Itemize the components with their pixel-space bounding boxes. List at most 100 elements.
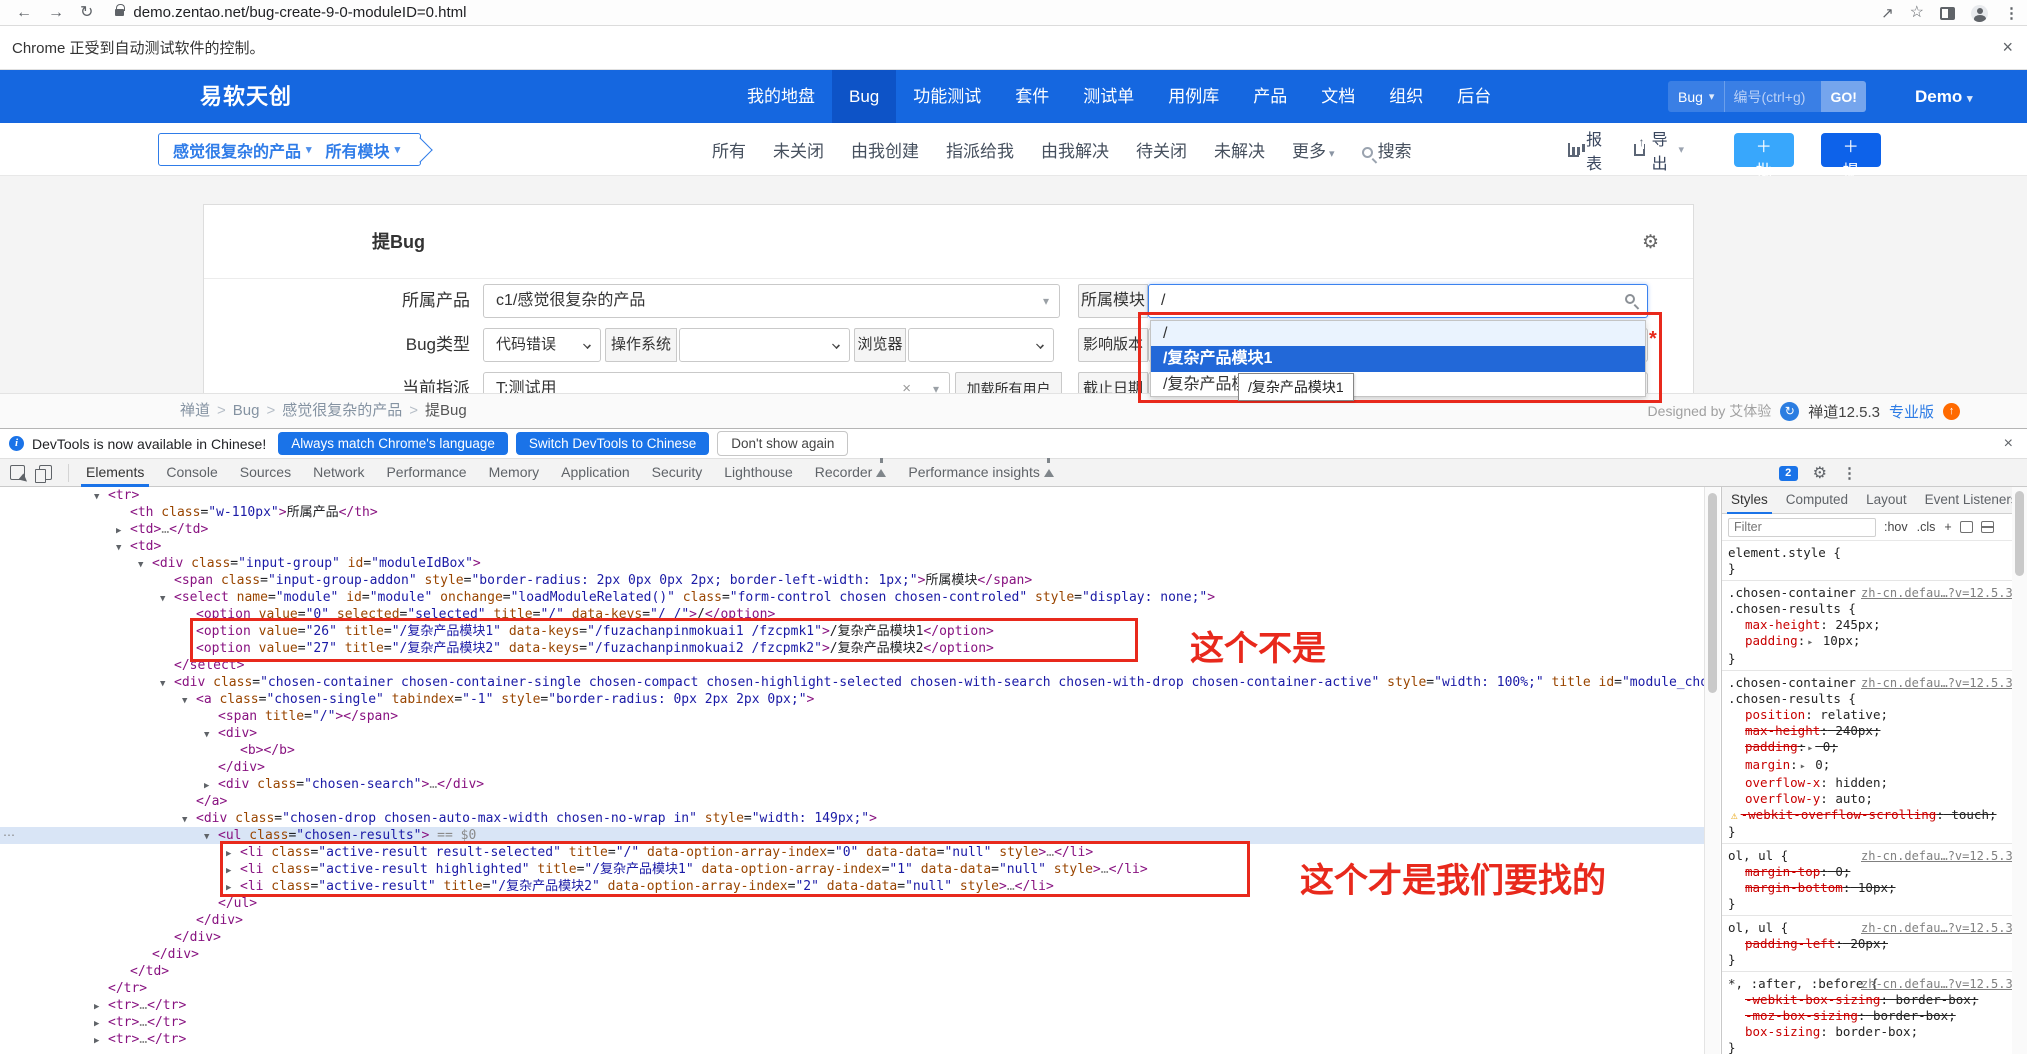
- gear-icon[interactable]: ⚙: [1642, 231, 1659, 254]
- stylesheet-link[interactable]: zh-cn.defau…?v=12.5.3:1: [1861, 976, 2021, 992]
- devtools-tab-application[interactable]: Application: [550, 459, 641, 487]
- css-property[interactable]: -moz-box-sizing: border-box;: [1728, 1008, 2023, 1024]
- styles-filter-input[interactable]: [1728, 517, 1876, 537]
- css-property[interactable]: overflow-x: hidden;: [1728, 775, 2023, 791]
- expand-shorthand-icon[interactable]: ▸: [1800, 761, 1806, 772]
- nav-item-功能测试[interactable]: 功能测试: [896, 70, 998, 123]
- css-property[interactable]: overflow-y: auto;: [1728, 791, 2023, 807]
- product-module-switcher[interactable]: 感觉很复杂的产品 ▾ 所有模块 ▾: [158, 133, 422, 166]
- stylesheet-link[interactable]: zh-cn.defau…?v=12.5.3:1: [1861, 585, 2021, 601]
- styles-toggle-cls[interactable]: .cls: [1917, 520, 1936, 534]
- filter-more[interactable]: 更多 ▾: [1292, 137, 1335, 162]
- devtools-tab-network[interactable]: Network: [302, 459, 375, 487]
- export-link[interactable]: 导出▾: [1634, 126, 1684, 174]
- code-line[interactable]: <span class="input-group-addon" style="b…: [0, 572, 1704, 589]
- code-line[interactable]: <option value="0" selected="selected" ti…: [0, 606, 1704, 623]
- code-line[interactable]: ▶ <td>…</td>: [0, 521, 1704, 538]
- css-rule[interactable]: *, :after, :before {zh-cn.defau…?v=12.5.…: [1722, 972, 2027, 1054]
- os-select[interactable]: [679, 328, 850, 362]
- switch-chinese-button[interactable]: Switch DevTools to Chinese: [515, 432, 710, 455]
- quick-search-input[interactable]: [1725, 81, 1822, 112]
- devtools-tab-security[interactable]: Security: [641, 459, 714, 487]
- search-link[interactable]: 搜索: [1361, 137, 1412, 162]
- filter-未解决[interactable]: 未解决: [1214, 137, 1265, 162]
- brand-logo[interactable]: 易软天创: [200, 70, 292, 123]
- breadcrumb-感觉很复杂的产品[interactable]: 感觉很复杂的产品: [282, 402, 402, 419]
- css-property[interactable]: ⚠ -webkit-overflow-scrolling: touch;: [1728, 807, 2023, 824]
- inspect-icon[interactable]: [10, 465, 25, 480]
- stylesheet-link[interactable]: zh-cn.defau…?v=12.5.3:1: [1861, 675, 2021, 691]
- line-actions-icon[interactable]: ⋯: [3, 828, 16, 842]
- nav-item-Bug[interactable]: Bug: [832, 70, 897, 123]
- css-property[interactable]: margin-bottom: 10px;: [1728, 880, 2023, 896]
- nav-item-组织[interactable]: 组织: [1372, 70, 1440, 123]
- css-property[interactable]: max-height: 245px;: [1728, 617, 2023, 633]
- language-bar-close-icon[interactable]: ×: [2004, 435, 2013, 453]
- url-text[interactable]: demo.zentao.net/bug-create-9-0-moduleID=…: [133, 4, 466, 21]
- code-line[interactable]: </div>: [0, 759, 1704, 776]
- code-line[interactable]: ▼ <div class="input-group" id="moduleIdBo…: [0, 555, 1704, 572]
- code-line[interactable]: ▼ <ul class="chosen-results"> == $0: [0, 827, 1704, 844]
- code-line[interactable]: ▶ <div class="chosen-search">…</div>: [0, 776, 1704, 793]
- css-property[interactable]: box-sizing: border-box;: [1728, 1024, 2023, 1040]
- search-scope-dropdown[interactable]: Bug ▾: [1668, 81, 1726, 112]
- expand-arrow-icon[interactable]: ▼: [182, 693, 196, 710]
- bookmark-star-icon[interactable]: ☆: [1910, 5, 1924, 21]
- css-rule[interactable]: ol, ul {zh-cn.defau…?v=12.5.3:1 padding-l…: [1722, 916, 2027, 972]
- styles-scrollbar[interactable]: [2012, 487, 2027, 1054]
- css-property[interactable]: margin-top: 0;: [1728, 864, 2023, 880]
- nav-item-我的地盘[interactable]: 我的地盘: [730, 70, 832, 123]
- breadcrumb-Bug[interactable]: Bug: [233, 402, 260, 419]
- reload-icon[interactable]: ↻: [80, 4, 93, 21]
- batch-create-bug-button[interactable]: ＋批量提Bug: [1733, 132, 1794, 246]
- assigned-to-select[interactable]: T:测试用 × ▾: [483, 372, 950, 393]
- devtools-settings-icon[interactable]: ⚙: [1813, 463, 1827, 483]
- expand-arrow-icon[interactable]: ▼: [138, 557, 152, 574]
- report-link[interactable]: 报表: [1567, 126, 1607, 174]
- code-line[interactable]: <th class="w-110px">所属产品</th>: [0, 504, 1704, 521]
- expand-arrow-icon[interactable]: ▼: [160, 676, 174, 693]
- expand-shorthand-icon[interactable]: ▸: [1807, 743, 1813, 754]
- filter-所有[interactable]: 所有: [712, 137, 746, 162]
- address-bar[interactable]: demo.zentao.net/bug-create-9-0-moduleID=…: [115, 4, 467, 21]
- code-line[interactable]: <b></b>: [0, 742, 1704, 759]
- dropdown-option[interactable]: /复杂产品模块2: [1151, 372, 1645, 396]
- bug-type-select[interactable]: 代码错误: [483, 328, 601, 362]
- nav-item-套件[interactable]: 套件: [998, 70, 1066, 123]
- match-language-button[interactable]: Always match Chrome's language: [278, 432, 508, 455]
- avatar[interactable]: [1971, 4, 1988, 22]
- css-property[interactable]: position: relative;: [1728, 707, 2023, 723]
- styles-tab-layout[interactable]: Layout: [1857, 487, 1916, 514]
- browser-menu-icon[interactable]: ⋮: [2004, 4, 2019, 22]
- styles-tab-event-listeners[interactable]: Event Listeners: [1916, 487, 2027, 514]
- filter-未关闭[interactable]: 未关闭: [773, 137, 824, 162]
- devtools-tab-sources[interactable]: Sources: [229, 459, 302, 487]
- dont-show-again-button[interactable]: Don't show again: [717, 431, 849, 456]
- expand-arrow-icon[interactable]: ▼: [204, 829, 218, 846]
- expand-arrow-icon[interactable]: ▼: [116, 540, 130, 557]
- code-line[interactable]: <span title="/"></span>: [0, 708, 1704, 725]
- expand-arrow-icon[interactable]: ▼: [160, 591, 174, 608]
- shadow-editor-icon[interactable]: [1959, 521, 1973, 533]
- styles-tab-computed[interactable]: Computed: [1777, 487, 1857, 514]
- styles-tab-styles[interactable]: Styles: [1722, 487, 1777, 514]
- css-property[interactable]: padding: ▸ 0;: [1728, 739, 2023, 757]
- code-line[interactable]: ▶ <tr>…</tr>: [0, 1014, 1704, 1031]
- code-line[interactable]: ▶ <tr>…</tr>: [0, 997, 1704, 1014]
- code-line[interactable]: </div>: [0, 946, 1704, 963]
- css-property[interactable]: max-height: 240px;: [1728, 723, 2023, 739]
- breadcrumb-禅道[interactable]: 禅道: [180, 402, 210, 419]
- upgrade-icon[interactable]: ↑: [1943, 402, 1960, 420]
- devtools-tab-performance[interactable]: Performance: [375, 459, 477, 487]
- devtools-menu-icon[interactable]: ⋮: [1842, 464, 1857, 482]
- styles-toggle-[interactable]: +: [1944, 520, 1951, 534]
- go-button[interactable]: GO!: [1821, 81, 1866, 112]
- code-line[interactable]: <option value="27" title="/复杂产品模块2" data…: [0, 640, 1704, 657]
- code-line[interactable]: ▼ <div>: [0, 725, 1704, 742]
- css-property[interactable]: -webkit-box-sizing: border-box;: [1728, 992, 2023, 1008]
- clear-icon[interactable]: ×: [902, 373, 911, 393]
- product-select[interactable]: c1/感觉很复杂的产品 ▾: [483, 284, 1060, 318]
- css-property[interactable]: padding-left: 20px;: [1728, 936, 2023, 952]
- css-rule[interactable]: .chosen-container zh-cn.defau…?v=12.5.3:1…: [1722, 581, 2027, 671]
- code-line[interactable]: ▼ <tr>: [0, 487, 1704, 504]
